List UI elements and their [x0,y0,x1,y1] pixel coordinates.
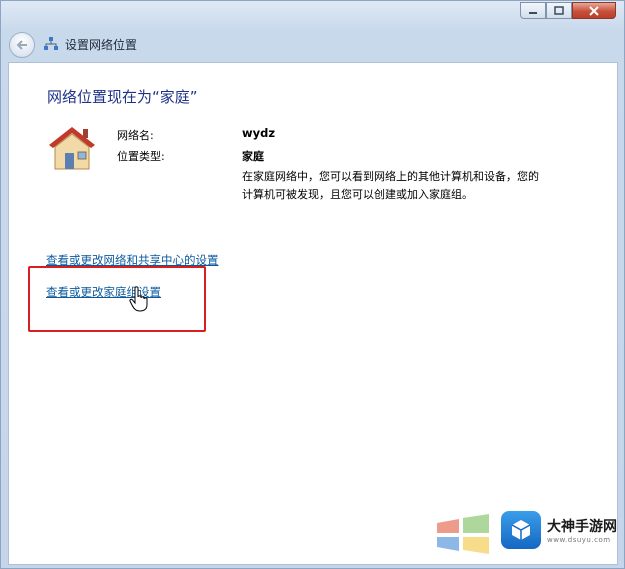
back-button[interactable] [9,32,35,58]
dialog-window: 设置网络位置 网络位置现在为“家庭” 网络名: wydz 位置类型: 家庭 在家… [0,0,625,569]
caption-buttons [520,2,616,19]
close-button[interactable] [572,2,616,19]
hand-cursor-icon [129,286,148,312]
back-arrow-icon [16,40,27,50]
network-name-label: 网络名: [117,129,154,142]
close-icon [589,5,599,16]
maximize-button[interactable] [546,2,572,19]
cube-icon [511,520,531,540]
minimize-icon [529,11,537,14]
network-icon [44,37,58,50]
home-icon [49,127,95,170]
page-title: 网络位置现在为“家庭” [47,88,198,106]
windows-logo-icon [437,514,489,554]
location-type-label: 位置类型: [117,150,165,163]
content-panel: 网络位置现在为“家庭” 网络名: wydz 位置类型: 家庭 在家庭网络中，您可… [8,62,618,565]
watermark-url: www.dsuyu.com [547,536,611,544]
watermark-name: 大神手游网 [547,519,617,535]
window-title: 设置网络位置 [65,38,138,52]
title-bar [1,1,624,27]
location-type-value: 家庭 [242,150,264,163]
description-text: 在家庭网络中，您可以看到网络上的其他计算机和设备，您的计算机可被发现，且您可以创… [242,170,539,201]
maximize-icon [554,6,564,15]
watermark: 大神手游网 www.dsuyu.com [501,509,619,551]
navigation-bar: 设置网络位置 [1,27,624,61]
network-name-value: wydz [242,126,276,140]
watermark-logo [501,511,541,549]
minimize-button[interactable] [520,2,546,19]
